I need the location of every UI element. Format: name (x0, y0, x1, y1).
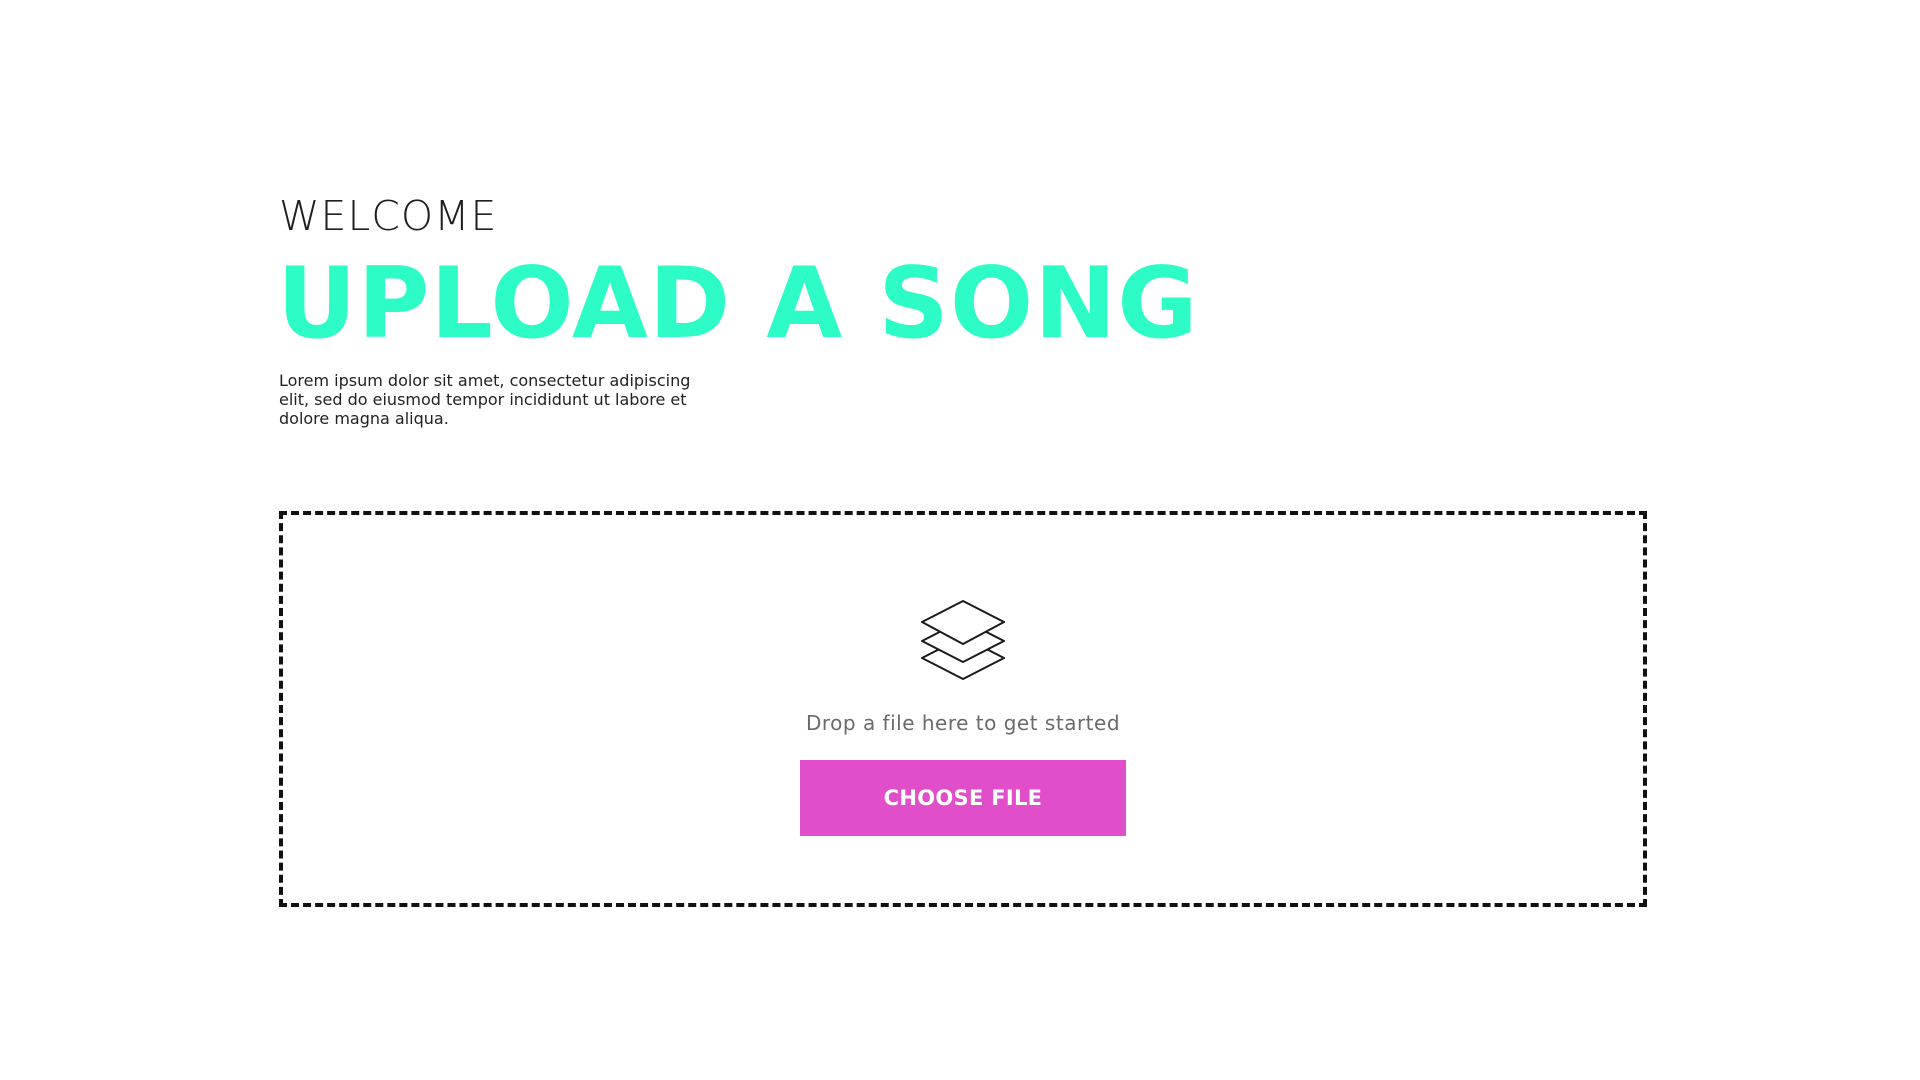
choose-file-button[interactable]: CHOOSE FILE (800, 760, 1126, 836)
hero-section: WELCOME UPLOAD A SONG Lorem ipsum dolor … (277, 190, 1199, 428)
layers-icon (921, 600, 1005, 680)
upload-page: WELCOME UPLOAD A SONG Lorem ipsum dolor … (0, 0, 1920, 1080)
welcome-eyebrow: WELCOME (279, 192, 498, 240)
intro-text: Lorem ipsum dolor sit amet, consectetur … (279, 371, 691, 428)
file-dropzone[interactable]: Drop a file here to get started CHOOSE F… (279, 511, 1647, 907)
page-title: UPLOAD A SONG (277, 247, 1199, 361)
drop-prompt: Drop a file here to get started (805, 711, 1121, 735)
